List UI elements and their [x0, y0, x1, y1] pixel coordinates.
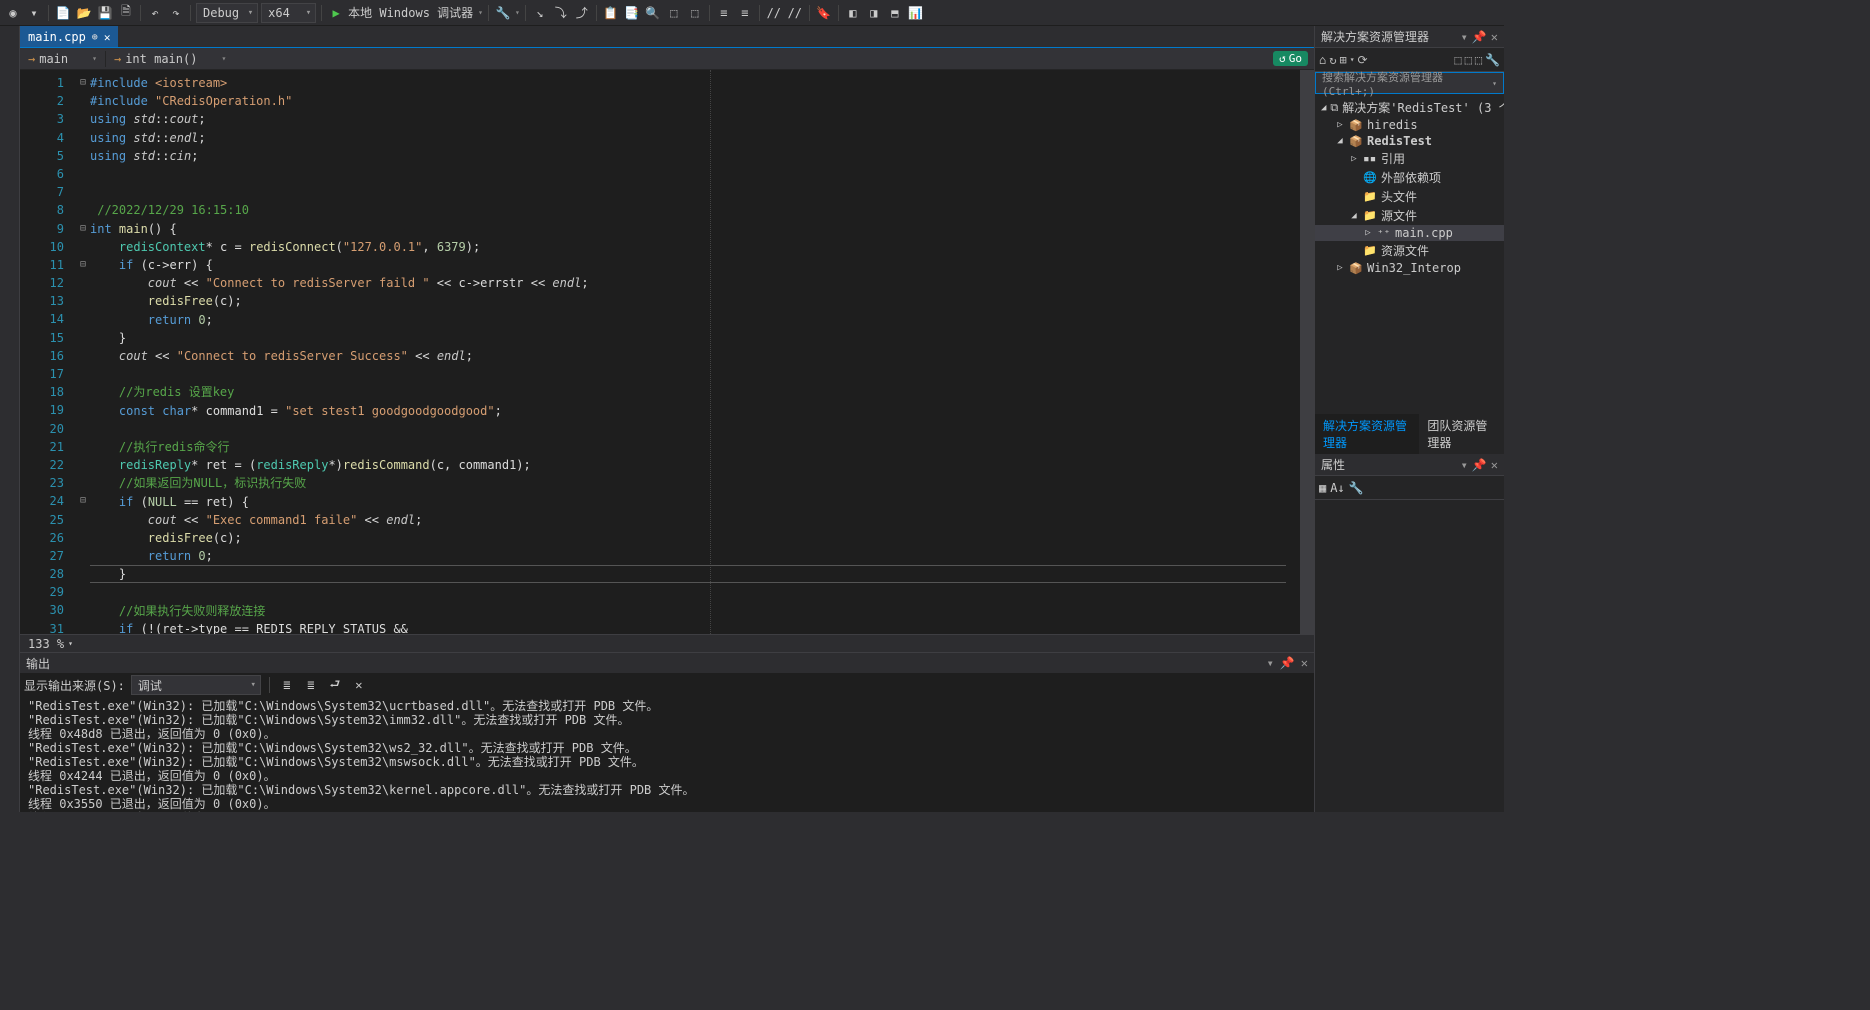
output-source-label: 显示输出来源(S): [24, 677, 125, 694]
clear-icon[interactable]: ≣ [278, 676, 296, 694]
output-header: 输出 ▾📌✕ [20, 653, 1314, 673]
open-icon[interactable]: 📂 [75, 4, 93, 22]
undo-icon[interactable]: ↶ [146, 4, 164, 22]
editor-tabs: main.cpp ⊕ ✕ [20, 26, 1314, 48]
tree-item[interactable]: ▷📦Win32_Interop [1315, 260, 1504, 276]
save-icon[interactable]: 💾 [96, 4, 114, 22]
output-toolbar: 显示输出来源(S): 调试 ≣ ≣ ⮐ ✕ [20, 673, 1314, 697]
left-rail [0, 26, 20, 812]
tool-icon[interactable]: ⬚ [1465, 53, 1472, 67]
nav-member[interactable]: →int main() [106, 50, 234, 68]
pin-icon[interactable]: 📌 [1472, 458, 1487, 472]
forward-icon[interactable]: ▾ [25, 4, 43, 22]
categorize-icon[interactable]: ▦ [1319, 481, 1326, 495]
wrench-icon[interactable]: 🔧 [1349, 481, 1364, 495]
step-into-icon[interactable]: ↘ [531, 4, 549, 22]
misc-icon[interactable]: ⬚ [665, 4, 683, 22]
nav-bar: →main →int main() Go [20, 48, 1314, 70]
properties-toolbar: ▦ A↓ 🔧 [1315, 476, 1504, 500]
bookmark-icon[interactable]: 🔖 [815, 4, 833, 22]
misc-icon[interactable]: 📊 [907, 4, 925, 22]
misc-icon[interactable]: ⬒ [886, 4, 904, 22]
uncomment-icon[interactable]: // [786, 4, 804, 22]
dropdown-icon[interactable]: ▾ [1461, 458, 1468, 472]
wrap-icon[interactable]: ⮐ [326, 676, 344, 694]
tab-label: main.cpp [28, 30, 86, 44]
tool-icon[interactable]: 🔧 [494, 4, 512, 22]
output-panel: 输出 ▾📌✕ 显示输出来源(S): 调试 ≣ ≣ ⮐ ✕ "RedisTest.… [20, 652, 1314, 812]
solution-search[interactable]: 搜索解决方案资源管理器(Ctrl+;) [1315, 72, 1504, 94]
output-source-combo[interactable]: 调试 [131, 675, 261, 695]
line-gutter: 1234567891011121314151617181920212223242… [20, 70, 76, 634]
refresh-icon[interactable]: ↻ [1329, 53, 1336, 67]
properties-body [1315, 500, 1504, 812]
misc-icon[interactable]: 📋 [602, 4, 620, 22]
close-icon[interactable]: ✕ [1491, 30, 1498, 44]
pin-icon[interactable]: ⊕ [92, 32, 98, 43]
indent-icon[interactable]: ≡ [715, 4, 733, 22]
dropdown-icon[interactable]: ▾ [1461, 30, 1468, 44]
tree-item[interactable]: 📁头文件 [1315, 187, 1504, 206]
ruler [710, 70, 711, 634]
tree-item[interactable]: ▷⁺⁺main.cpp [1315, 225, 1504, 241]
tab-main-cpp[interactable]: main.cpp ⊕ ✕ [20, 26, 118, 47]
properties-header: 属性 ▾📌✕ [1315, 454, 1504, 476]
redo-icon[interactable]: ↷ [167, 4, 185, 22]
close-icon[interactable]: ✕ [1301, 656, 1308, 670]
save-all-icon[interactable]: 🗎 [117, 4, 135, 22]
back-icon[interactable]: ◉ [4, 4, 22, 22]
misc-icon[interactable]: ◧ [844, 4, 862, 22]
step-over-icon[interactable]: ⤵ [552, 4, 570, 22]
panel-tabs: 解决方案资源管理器 团队资源管理器 [1315, 414, 1504, 454]
tree-item[interactable]: ▷▪▪引用 [1315, 149, 1504, 168]
misc-icon[interactable]: ⬚ [686, 4, 704, 22]
comment-icon[interactable]: // [765, 4, 783, 22]
toggle-icon[interactable]: ≣ [302, 676, 320, 694]
tree-item[interactable]: ▷📦hiredis [1315, 117, 1504, 133]
wrench-icon[interactable]: 🔧 [1485, 53, 1500, 67]
misc-icon[interactable]: ◨ [865, 4, 883, 22]
close-icon[interactable]: ✕ [104, 31, 111, 44]
sort-icon[interactable]: A↓ [1330, 481, 1344, 495]
pin-icon[interactable]: 📌 [1280, 656, 1295, 670]
zoom-level[interactable]: 133 %▾ [20, 634, 1314, 652]
tree-item[interactable]: 📁资源文件 [1315, 241, 1504, 260]
tree-item[interactable]: ◢📦RedisTest [1315, 133, 1504, 149]
solution-tree[interactable]: ◢⧉解决方案'RedisTest' (3 个项目) ▷📦hiredis◢📦Red… [1315, 94, 1504, 414]
tool-icon[interactable]: ⬚ [1454, 53, 1461, 67]
code-editor[interactable]: 1234567891011121314151617181920212223242… [20, 70, 1314, 634]
tree-item[interactable]: ◢📁源文件 [1315, 206, 1504, 225]
tree-item[interactable]: 🌐外部依赖项 [1315, 168, 1504, 187]
clear-icon[interactable]: ✕ [350, 676, 368, 694]
fold-gutter[interactable]: ⊟⊟⊟⊟ [76, 70, 90, 634]
play-icon[interactable]: ▶ [327, 4, 345, 22]
editor-scrollbar[interactable] [1300, 70, 1314, 634]
nav-scope[interactable]: →main [20, 50, 105, 68]
config-combo[interactable]: Debug [196, 3, 258, 23]
outdent-icon[interactable]: ≡ [736, 4, 754, 22]
home-icon[interactable]: ⌂ [1319, 53, 1326, 67]
debugger-label[interactable]: 本地 Windows 调试器 [348, 4, 473, 21]
solution-explorer-header: 解决方案资源管理器 ▾📌✕ [1315, 26, 1504, 48]
tool-icon[interactable]: ⊞ [1339, 53, 1346, 67]
output-body[interactable]: "RedisTest.exe"(Win32): 已加载"C:\Windows\S… [20, 697, 1314, 812]
pin-icon[interactable]: ▾ [1267, 656, 1274, 670]
platform-combo[interactable]: x64 [261, 3, 316, 23]
tool-icon[interactable]: ⬚ [1475, 53, 1482, 67]
misc-icon[interactable]: 📑 [623, 4, 641, 22]
main-toolbar: ◉ ▾ 📄 📂 💾 🗎 ↶ ↷ Debug x64 ▶ 本地 Windows 调… [0, 0, 1504, 26]
solution-root[interactable]: ◢⧉解决方案'RedisTest' (3 个项目) [1315, 98, 1504, 117]
new-file-icon[interactable]: 📄 [54, 4, 72, 22]
tab-solution-explorer[interactable]: 解决方案资源管理器 [1315, 414, 1419, 454]
pin-icon[interactable]: 📌 [1472, 30, 1487, 44]
go-button[interactable]: Go [1273, 51, 1308, 66]
sync-icon[interactable]: ⟳ [1358, 53, 1368, 67]
code-body[interactable]: #include <iostream>#include "CRedisOpera… [90, 70, 1300, 634]
tab-team-explorer[interactable]: 团队资源管理器 [1419, 414, 1504, 454]
misc-icon[interactable]: 🔍 [644, 4, 662, 22]
close-icon[interactable]: ✕ [1491, 458, 1498, 472]
step-out-icon[interactable]: ⤴ [573, 4, 591, 22]
right-panel: 解决方案资源管理器 ▾ 📌 ✕ ⌂ ↻ ⊞ ▾ ⟳ ⬚ ⬚ ⬚ 🔧 搜索解决方案资源… [1314, 26, 1504, 812]
